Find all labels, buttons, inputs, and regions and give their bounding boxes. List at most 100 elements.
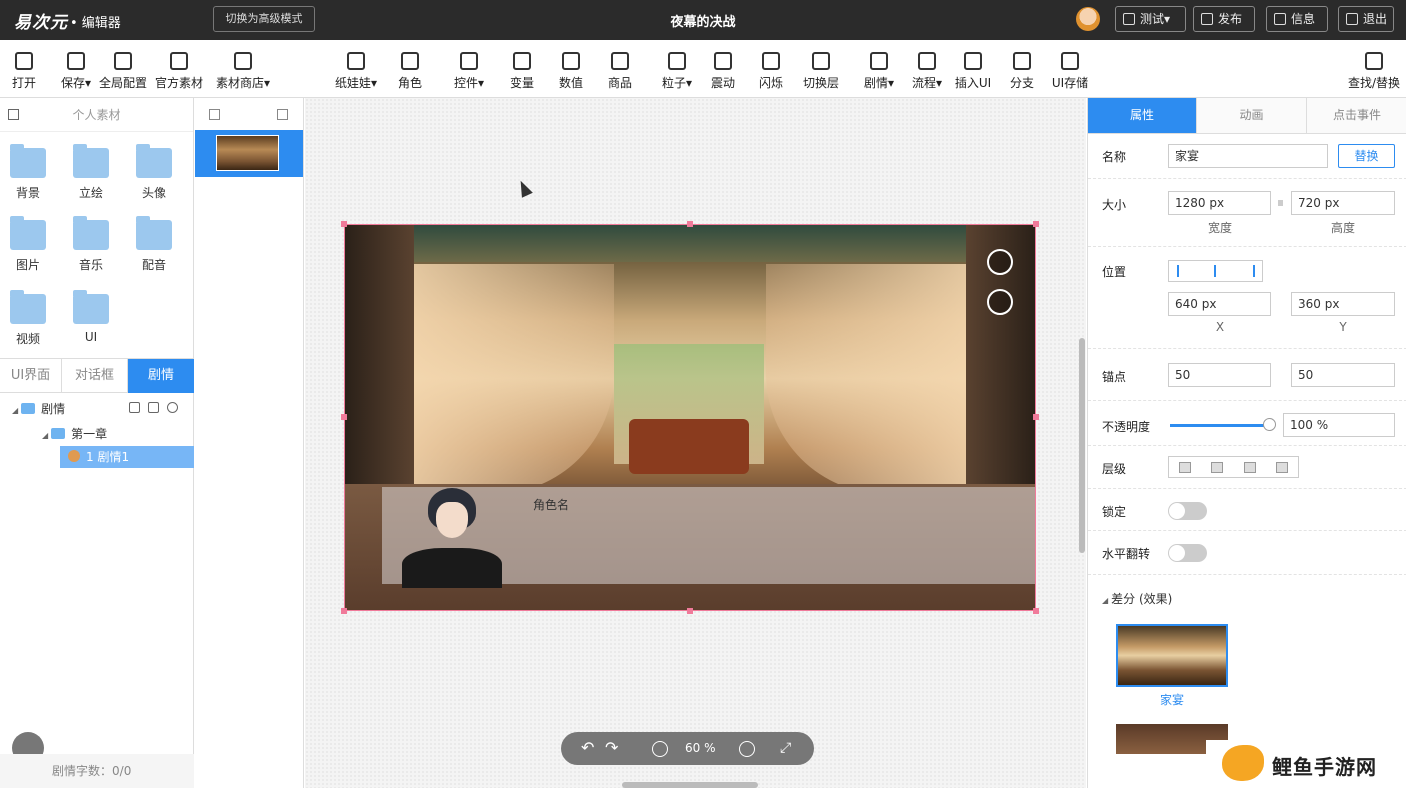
tab-dialog-box[interactable]: 对话框 — [62, 359, 128, 393]
tab-properties[interactable]: 属性 — [1088, 98, 1197, 133]
resize-handle[interactable] — [341, 414, 347, 420]
canvas-area[interactable]: 角色名 ↶ ↷ 60 % ⤢ — [305, 98, 1086, 788]
redo-icon[interactable]: ↷ — [605, 740, 621, 757]
auto-play-icon[interactable] — [987, 289, 1013, 315]
tool-official-assets[interactable]: 官方素材 — [154, 52, 204, 91]
tool-goods[interactable]: 商品 — [606, 52, 634, 91]
new-folder-icon[interactable] — [129, 402, 140, 413]
tool-asset-store[interactable]: 素材商店▾ — [214, 52, 272, 91]
tab-ui-screen[interactable]: UI界面 — [0, 359, 62, 393]
tool-particle[interactable]: 粒子▾ — [660, 52, 694, 91]
tool-value[interactable]: 数值 — [557, 52, 585, 91]
resize-handle[interactable] — [1033, 221, 1039, 227]
resize-handle[interactable] — [687, 608, 693, 614]
zoom-in-icon[interactable] — [739, 741, 755, 757]
x-field[interactable]: 640 px — [1168, 292, 1271, 316]
collapse-icon[interactable] — [209, 109, 220, 120]
tool-flow[interactable]: 流程▾ — [910, 52, 944, 91]
tool-label: 全局配置 — [98, 76, 147, 90]
tab-animation[interactable]: 动画 — [1197, 98, 1307, 133]
anchor-y-field[interactable]: 50 — [1291, 363, 1395, 387]
folder-video[interactable]: 视频 — [6, 290, 50, 347]
vertical-scrollbar[interactable] — [1079, 338, 1085, 553]
tab-click-event[interactable]: 点击事件 — [1307, 98, 1406, 133]
tool-character[interactable]: 角色 — [396, 52, 424, 91]
undo-icon[interactable]: ↶ — [581, 740, 597, 757]
lock-toggle[interactable] — [1168, 502, 1207, 520]
y-field[interactable]: 360 px — [1291, 292, 1395, 316]
resize-handle[interactable] — [1033, 414, 1039, 420]
bring-forward-icon[interactable] — [1211, 462, 1223, 473]
stage-background-image[interactable]: 角色名 — [344, 224, 1036, 611]
exit-button[interactable]: 退出 — [1338, 6, 1394, 32]
send-backward-icon[interactable] — [1244, 462, 1256, 473]
lock-ratio-icon[interactable] — [1278, 200, 1283, 206]
tool-story[interactable]: 剧情▾ — [862, 52, 896, 91]
tool-switch-layer[interactable]: 切换层 — [800, 52, 842, 91]
user-avatar[interactable] — [1076, 7, 1100, 31]
flip-toggle[interactable] — [1168, 544, 1207, 562]
info-button[interactable]: 信息 — [1266, 6, 1328, 32]
tool-variable[interactable]: 变量 — [508, 52, 536, 91]
tool-insert-ui[interactable]: 插入UI — [954, 52, 992, 91]
resize-handle[interactable] — [341, 221, 347, 227]
folder-portrait[interactable]: 立绘 — [69, 144, 113, 201]
name-field[interactable]: 家宴 — [1168, 144, 1328, 168]
tool-find-replace[interactable]: 查找/替换 — [1346, 52, 1402, 91]
tree-chapter[interactable]: ◢ 第一章 — [42, 423, 152, 445]
add-scene-icon[interactable] — [277, 109, 288, 120]
horizontal-scrollbar[interactable] — [622, 782, 758, 788]
opacity-slider[interactable] — [1170, 424, 1270, 427]
advanced-mode-button[interactable]: 切换为高级模式 — [213, 6, 315, 32]
folder-music[interactable]: 音乐 — [69, 216, 113, 273]
tool-save[interactable]: 保存▾ — [58, 52, 94, 91]
tool-shake[interactable]: 震动 — [709, 52, 737, 91]
publish-button[interactable]: 发布 — [1193, 6, 1255, 32]
character-face — [436, 502, 468, 538]
folder-background[interactable]: 背景 — [6, 144, 50, 201]
opacity-field[interactable]: 100 % — [1283, 413, 1395, 437]
collapse-icon[interactable] — [8, 109, 19, 120]
folder-image[interactable]: 图片 — [6, 216, 50, 273]
tree-chapter-label: 第一章 — [71, 427, 108, 441]
tool-branch[interactable]: 分支 — [1008, 52, 1036, 91]
anchor-x-field[interactable]: 50 — [1168, 363, 1271, 387]
align-center-icon[interactable] — [1209, 265, 1216, 277]
character-name[interactable]: 角色名 — [533, 496, 569, 513]
folder-ui[interactable]: UI — [69, 290, 113, 344]
tool-flash[interactable]: 闪烁 — [757, 52, 785, 91]
new-file-icon[interactable] — [148, 402, 159, 413]
send-to-back-icon[interactable] — [1276, 462, 1288, 473]
fullscreen-icon[interactable]: ⤢ — [780, 741, 796, 757]
replace-button[interactable]: 替换 — [1338, 144, 1395, 168]
tab-story[interactable]: 剧情 — [128, 359, 194, 393]
height-field[interactable]: 720 px — [1291, 191, 1395, 215]
opacity-slider-knob[interactable] — [1263, 418, 1276, 431]
zoom-out-icon[interactable] — [652, 741, 668, 757]
caret-down-icon: ◢ — [12, 406, 19, 415]
tree-root[interactable]: ◢ 剧情 — [12, 398, 122, 420]
bring-to-front-icon[interactable] — [1179, 462, 1191, 473]
resize-handle[interactable] — [1033, 608, 1039, 614]
character-portrait[interactable] — [402, 488, 502, 588]
tree-item-story1[interactable]: 1 剧情1 — [60, 446, 194, 468]
align-right-icon[interactable] — [1241, 265, 1255, 277]
resize-handle[interactable] — [687, 221, 693, 227]
tool-ui-storage[interactable]: UI存储 — [1050, 52, 1090, 91]
tool-paper-doll[interactable]: 纸娃娃▾ — [333, 52, 379, 91]
test-button[interactable]: 测试▾ — [1115, 6, 1186, 32]
diff-section-header[interactable]: ◢ 差分 (效果) — [1102, 590, 1172, 607]
menu-list-icon[interactable] — [987, 249, 1013, 275]
resize-handle[interactable] — [341, 608, 347, 614]
folder-avatar[interactable]: 头像 — [132, 144, 176, 201]
scene-item[interactable] — [195, 130, 303, 177]
diff-thumbnail-selected[interactable] — [1116, 624, 1228, 687]
align-left-icon[interactable] — [1177, 265, 1191, 277]
tool-label: UI存储 — [1051, 76, 1089, 90]
search-icon[interactable] — [167, 402, 178, 413]
width-field[interactable]: 1280 px — [1168, 191, 1271, 215]
folder-voice[interactable]: 配音 — [132, 216, 176, 273]
tool-open[interactable]: 打开 — [10, 52, 38, 91]
tool-widget[interactable]: 控件▾ — [452, 52, 486, 91]
tool-global-config[interactable]: 全局配置 — [98, 52, 148, 91]
